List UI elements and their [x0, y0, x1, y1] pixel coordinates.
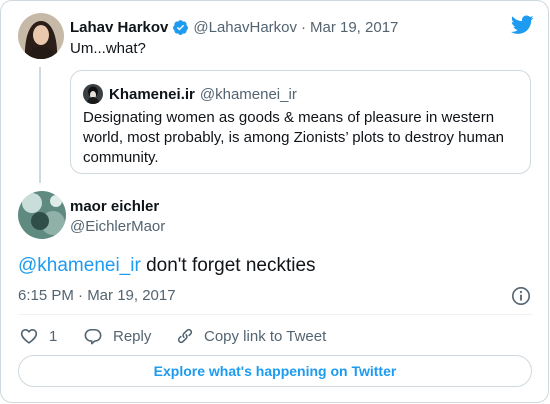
quoted-tweet-text: Designating women as goods & means of pl…	[83, 109, 505, 166]
parent-author-handle[interactable]: @LahavHarkov	[193, 19, 297, 36]
parent-author-name[interactable]: Lahav Harkov	[70, 19, 168, 36]
parent-tweet-header: Lahav Harkov @LahavHarkov · Mar 19, 2017	[70, 17, 398, 37]
parent-author-avatar[interactable]	[18, 13, 64, 59]
main-tweet-text-rest: don't forget neckties	[140, 255, 316, 276]
twitter-bird-icon[interactable]	[510, 15, 534, 40]
copy-link-action[interactable]: Copy link to Tweet	[175, 326, 326, 346]
quoted-tweet[interactable]: Khamenei.ir @khamenei_ir Designating wom…	[70, 70, 531, 174]
explore-twitter-button[interactable]: Explore what's happening on Twitter	[18, 355, 532, 387]
parent-tweet-date[interactable]: Mar 19, 2017	[310, 19, 398, 36]
verified-badge-icon	[172, 19, 189, 36]
thread-connector-line	[39, 67, 41, 183]
reply-action[interactable]: Reply	[83, 326, 151, 346]
quoted-author-handle: @khamenei_ir	[199, 85, 297, 103]
header-separator: ·	[301, 18, 306, 36]
quoted-tweet-header: Khamenei.ir @khamenei_ir	[109, 84, 297, 104]
copy-link-label: Copy link to Tweet	[204, 327, 327, 345]
quoted-author-avatar	[83, 84, 103, 104]
reply-bubble-icon	[83, 326, 103, 346]
quoted-author-name: Khamenei.ir	[109, 85, 195, 103]
like-action[interactable]: 1	[19, 326, 57, 346]
main-tweet-timestamp[interactable]: 6:15 PM · Mar 19, 2017	[18, 286, 176, 306]
like-count: 1	[49, 327, 58, 345]
main-tweet-text: @khamenei_ir don't forget neckties	[18, 254, 316, 278]
main-author-name[interactable]: maor eichler	[70, 197, 159, 217]
info-icon[interactable]	[511, 286, 531, 311]
divider	[18, 314, 532, 315]
link-icon	[175, 326, 195, 346]
mention-link[interactable]: @khamenei_ir	[18, 255, 141, 276]
heart-icon	[19, 326, 39, 346]
main-author-handle[interactable]: @EichlerMaor	[70, 217, 165, 237]
reply-label: Reply	[113, 327, 152, 345]
tweet-embed-card: Lahav Harkov @LahavHarkov · Mar 19, 2017…	[0, 0, 549, 403]
parent-tweet-text: Um...what?	[70, 40, 146, 57]
main-author-avatar[interactable]	[18, 191, 66, 239]
